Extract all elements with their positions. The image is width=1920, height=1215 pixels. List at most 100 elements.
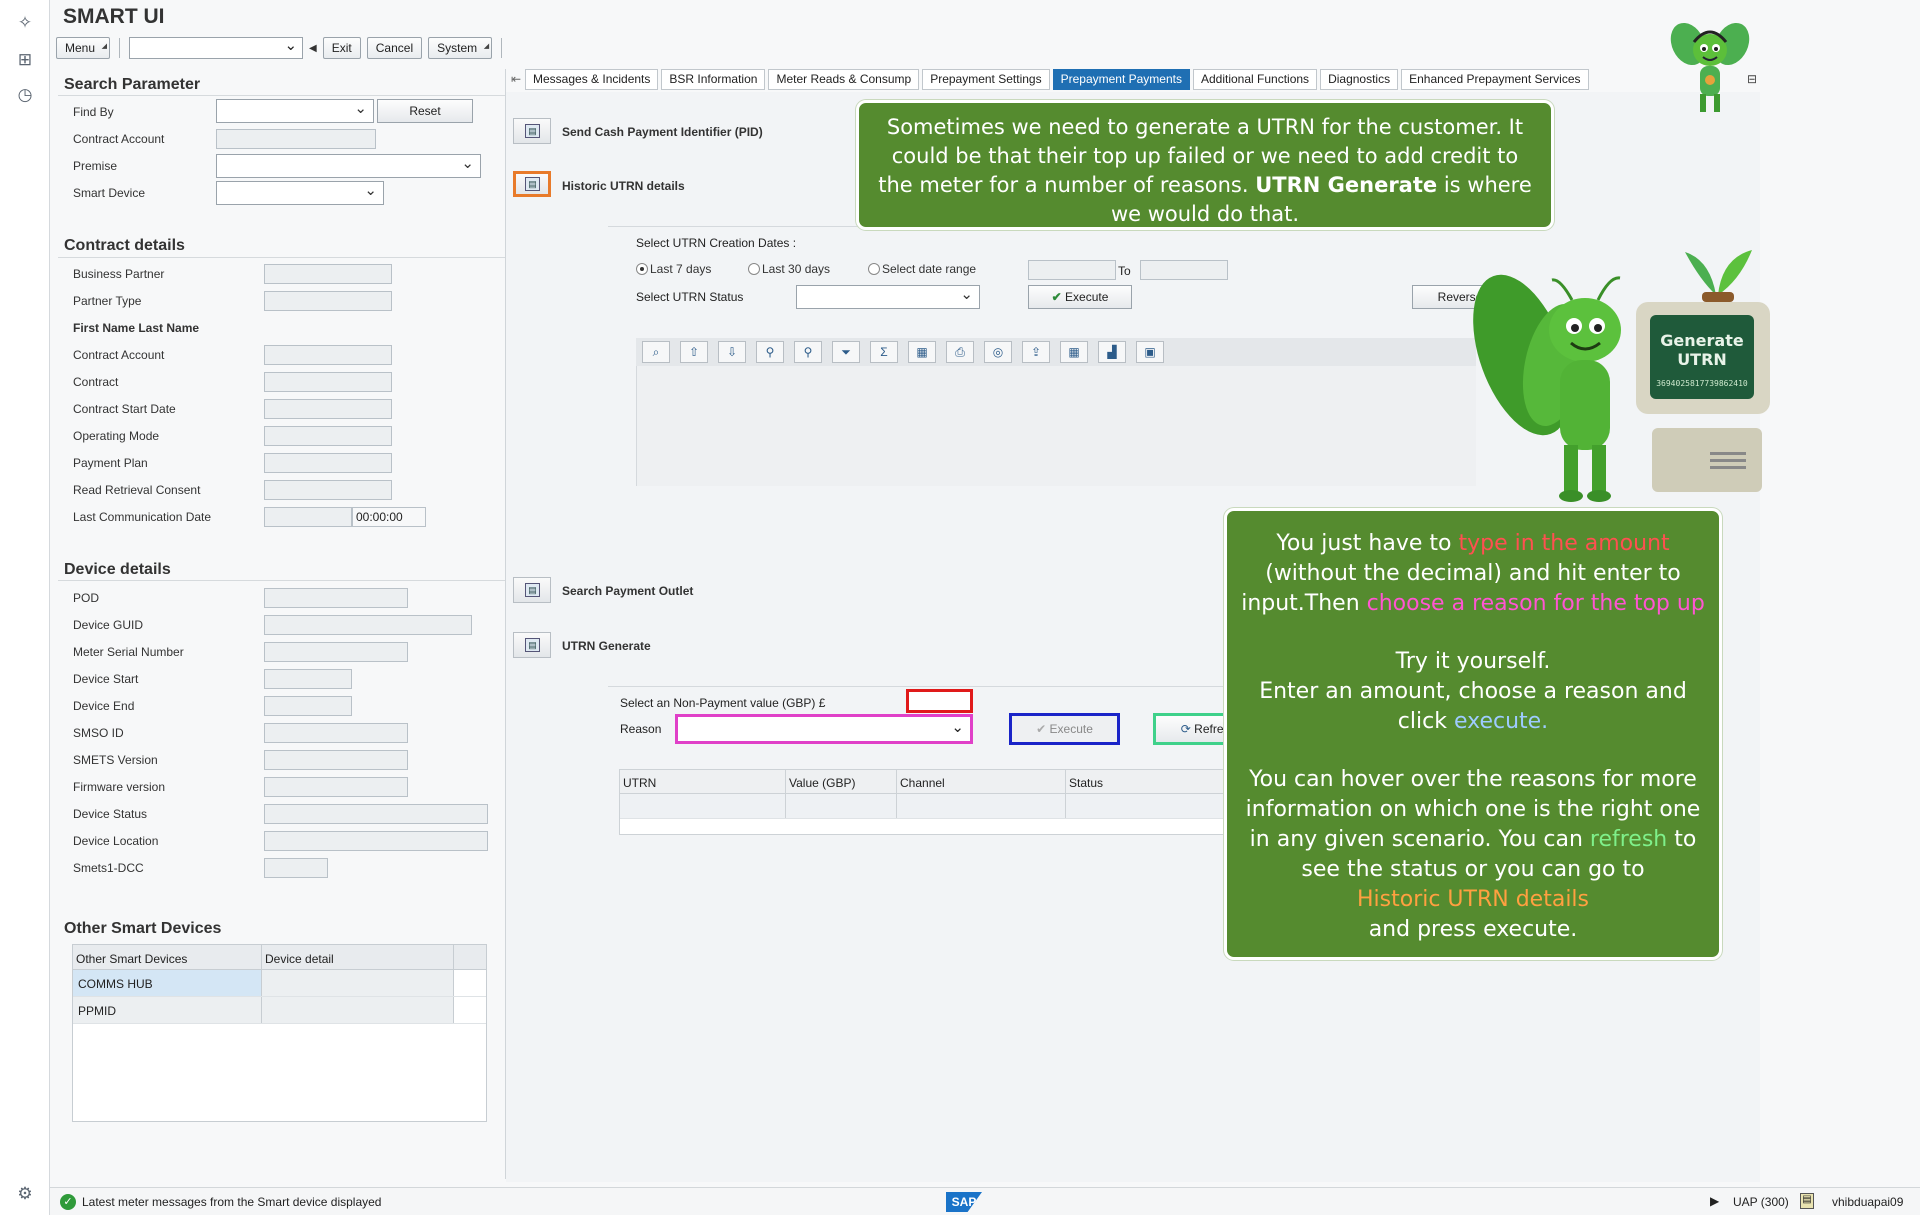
section-divider <box>58 580 505 581</box>
radio-dot <box>636 263 648 275</box>
system-button[interactable]: System ◢ <box>428 37 493 59</box>
utrn-status-select[interactable] <box>796 285 980 309</box>
radio-last-30-days[interactable]: Last 30 days <box>748 262 830 276</box>
view-icon[interactable]: ◎ <box>984 341 1012 363</box>
toolbar-separator <box>501 38 503 58</box>
tab-first-icon[interactable]: ⇤ <box>511 72 521 86</box>
callout-line: You can hover over the reasons for more <box>1249 767 1697 792</box>
find-icon[interactable]: ⚲ <box>756 341 784 363</box>
export-icon[interactable]: ⇪ <box>1022 341 1050 363</box>
device-end-field <box>264 696 352 716</box>
tab-diagnostics[interactable]: Diagnostics <box>1320 69 1399 90</box>
smets-version-label: SMETS Version <box>73 753 158 767</box>
contract-account-field[interactable] <box>216 129 376 149</box>
tab-strip: Messages & Incidents BSR Information Met… <box>525 69 1589 91</box>
send-cash-toggle[interactable]: ▤ <box>513 118 551 144</box>
tab-prepayment-settings[interactable]: Prepayment Settings <box>922 69 1050 90</box>
tab-bsr[interactable]: BSR Information <box>661 69 766 90</box>
screen-number: 3694025817739862410 <box>1656 379 1748 388</box>
find-next-icon[interactable]: ⚲ <box>794 341 822 363</box>
table-row[interactable]: COMMS HUB <box>73 970 486 997</box>
filter-icon[interactable]: ⏷ <box>832 341 860 363</box>
client-icon[interactable]: ▤ <box>1800 1193 1814 1209</box>
zoom-icon[interactable]: ⌕ <box>642 341 670 363</box>
radio-last-7-days[interactable]: Last 7 days <box>636 262 711 276</box>
tab-enhanced-prepayment[interactable]: Enhanced Prepayment Services <box>1401 69 1589 90</box>
command-field[interactable] <box>129 36 304 59</box>
search-parameter-header: Search Parameter <box>64 76 201 93</box>
exit-button[interactable]: Exit <box>322 37 361 59</box>
reason-label: Reason <box>620 722 662 736</box>
subtotal-icon[interactable]: ▦ <box>908 341 936 363</box>
date-from-field[interactable] <box>1028 260 1116 280</box>
device-start-field <box>264 669 352 689</box>
mascot-small <box>1670 14 1750 118</box>
toolbar-separator <box>119 38 121 58</box>
utrn-status-label: Select UTRN Status <box>636 290 744 304</box>
shell-rail: ✧ ⊞ ◷ ⚙ <box>0 0 50 1215</box>
utrn-generate-label: UTRN Generate <box>562 639 651 653</box>
menu-button[interactable]: Menu ◢ <box>56 37 111 59</box>
layout-icon[interactable]: ▦ <box>1060 341 1088 363</box>
sum-icon[interactable]: Σ <box>870 341 898 363</box>
sort-desc-icon[interactable]: ⇩ <box>718 341 746 363</box>
tab-additional-functions[interactable]: Additional Functions <box>1192 69 1318 90</box>
last-communication-date-field <box>264 507 352 527</box>
payment-plan-field <box>264 453 392 473</box>
tab-prepayment-payments[interactable]: Prepayment Payments <box>1052 69 1190 90</box>
contract-start-field <box>264 399 392 419</box>
find-by-select[interactable] <box>216 99 374 123</box>
smets1-dcc-label: Smets1-DCC <box>73 861 144 875</box>
device-name-cell[interactable]: PPMID <box>73 997 262 1023</box>
other-smart-devices-header: Other Smart Devices <box>64 920 222 937</box>
tab-messages[interactable]: Messages & Incidents <box>525 69 659 90</box>
callout-bold-text: UTRN Generate <box>1255 173 1438 197</box>
reset-button[interactable]: Reset <box>377 99 473 123</box>
gear-icon[interactable]: ⚙ <box>14 1183 36 1205</box>
generate-execute-button[interactable]: ✔ Execute <box>1009 713 1120 745</box>
radio-date-range[interactable]: Select date range <box>868 262 976 276</box>
expand-icon: ▤ <box>525 638 540 652</box>
print-icon[interactable]: ⎙ <box>946 341 974 363</box>
table-row[interactable] <box>620 794 1273 819</box>
device-location-label: Device Location <box>73 834 159 848</box>
operating-mode-label: Operating Mode <box>73 429 160 443</box>
contract-details-header: Contract details <box>64 237 185 254</box>
info-icon[interactable]: ▣ <box>1136 341 1164 363</box>
column-header: Value (GBP) <box>786 770 897 793</box>
operating-mode-field <box>264 426 392 446</box>
firmware-version-field <box>264 777 408 797</box>
section-divider <box>58 95 505 96</box>
search-outlet-toggle[interactable]: ▤ <box>513 577 551 603</box>
hierarchy-icon[interactable]: ⊞ <box>14 49 36 71</box>
device-name-cell[interactable]: COMMS HUB <box>73 970 262 996</box>
expand-status-icon[interactable]: ▶ <box>1710 1194 1719 1208</box>
historic-execute-button[interactable]: ✔ Execute <box>1028 285 1132 309</box>
app-window: SMART UI Menu◢ ◀ Exit Cancel System◢ Sea… <box>50 0 1920 1215</box>
sparkle-icon[interactable]: ✧ <box>14 12 36 34</box>
non-payment-value-input[interactable] <box>906 689 973 713</box>
smart-device-select[interactable] <box>216 181 384 205</box>
highlight-historic: Historic UTRN details <box>1356 887 1590 912</box>
reason-select[interactable]: ⌄ <box>675 714 973 744</box>
premise-select[interactable] <box>216 154 481 178</box>
graphic-icon[interactable]: ▟ <box>1098 341 1126 363</box>
sort-asc-icon[interactable]: ⇧ <box>680 341 708 363</box>
highlight-execute: execute. <box>1453 709 1549 734</box>
collapse-arrow-icon[interactable]: ◀ <box>309 43 317 54</box>
utrn-generate-toggle[interactable]: ▤ <box>513 632 551 658</box>
historic-utrn-toggle[interactable]: ▤ <box>513 171 551 197</box>
business-partner-label: Business Partner <box>73 267 165 281</box>
system-info: UAP (300) <box>1733 1195 1789 1209</box>
highlight-refresh: refresh <box>1589 827 1668 852</box>
device-end-label: Device End <box>73 699 135 713</box>
contract-account-label: Contract Account <box>73 132 165 146</box>
column-header: UTRN <box>620 770 786 793</box>
contract-account-detail-field <box>264 345 392 365</box>
cancel-button[interactable]: Cancel <box>366 37 423 59</box>
table-row[interactable]: PPMID <box>73 997 486 1024</box>
date-to-field[interactable] <box>1140 260 1228 280</box>
clock-icon[interactable]: ◷ <box>14 84 36 106</box>
tab-meter-reads[interactable]: Meter Reads & Consump <box>768 69 920 90</box>
